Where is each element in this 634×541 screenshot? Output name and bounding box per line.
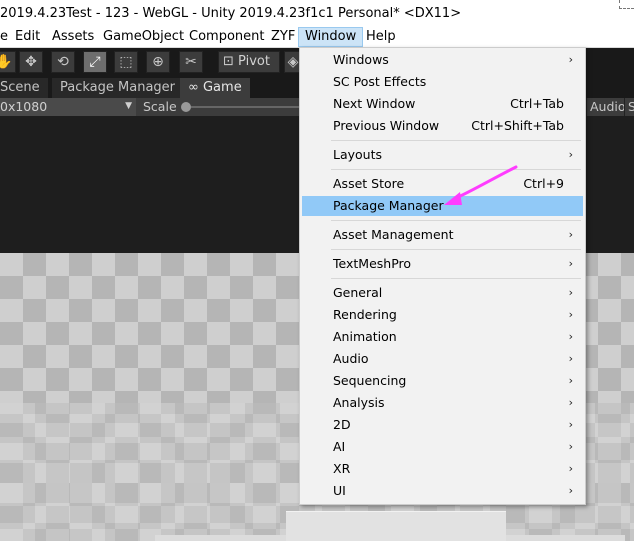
resolution-dropdown[interactable]: 0x1080 ▼ <box>0 98 136 116</box>
menu-item-layouts[interactable]: Layouts › <box>302 145 583 165</box>
submenu-arrow-icon: › <box>568 462 573 475</box>
menu-item-analysis[interactable]: Analysis › <box>302 393 583 413</box>
menu-item-label: SC Post Effects <box>333 74 427 89</box>
menu-item-rendering[interactable]: Rendering › <box>302 305 583 325</box>
submenu-arrow-icon: › <box>568 148 573 161</box>
menu-item-audio[interactable]: Audio › <box>302 349 583 369</box>
menu-item-shortcut: Ctrl+Shift+Tab <box>471 118 564 133</box>
menu-window[interactable]: Window <box>298 27 364 47</box>
pivot-toggle-button[interactable]: ⊡ Pivot <box>218 51 280 73</box>
menu-item-label: General <box>333 285 383 300</box>
submenu-arrow-icon: › <box>568 257 573 270</box>
menu-separator <box>331 278 581 279</box>
menu-item-asset-management[interactable]: Asset Management › <box>302 225 583 245</box>
menu-item-shortcut: Ctrl+Tab <box>510 96 564 111</box>
menu-component[interactable]: Component <box>183 27 270 47</box>
menu-item-previous-window[interactable]: Previous Window Ctrl+Shift+Tab <box>302 116 583 136</box>
menu-item-next-window[interactable]: Next Window Ctrl+Tab <box>302 94 583 114</box>
menu-item-label: 2D <box>333 417 351 432</box>
submenu-arrow-icon: › <box>568 374 573 387</box>
menu-item-label: Audio <box>333 351 369 366</box>
menu-item-label: UI <box>333 483 346 498</box>
annotation-arrow-icon <box>444 165 518 205</box>
menu-gameobject[interactable]: GameObject <box>97 27 190 47</box>
menu-item-label: XR <box>333 461 351 476</box>
custom-tool-icon[interactable]: ✂ <box>179 51 203 73</box>
menu-assets[interactable]: Assets <box>46 27 100 47</box>
transform-tool-icon[interactable]: ⊕ <box>146 51 170 73</box>
scale-slider-handle[interactable] <box>181 102 191 112</box>
submenu-arrow-icon: › <box>568 286 573 299</box>
menu-item-label: TextMeshPro <box>333 256 412 271</box>
stats-button[interactable]: S <box>624 98 634 116</box>
scale-label: Scale <box>143 99 177 114</box>
menu-item-label: Package Manager <box>333 198 444 213</box>
menu-item-label: Rendering <box>333 307 397 322</box>
submenu-arrow-icon: › <box>568 352 573 365</box>
window-dropdown-menu: Windows › SC Post Effects Next Window Ct… <box>299 47 586 505</box>
title-bar-corner <box>619 0 634 9</box>
menu-item-animation[interactable]: Animation › <box>302 327 583 347</box>
menu-item-sequencing[interactable]: Sequencing › <box>302 371 583 391</box>
menu-item-label: Previous Window <box>333 118 440 133</box>
menu-item-label: AI <box>333 439 346 454</box>
menu-item-label: Asset Store <box>333 176 405 191</box>
menu-edit[interactable]: Edit <box>9 27 46 47</box>
tab-scene[interactable]: Scene <box>0 78 48 98</box>
menu-item-label: Asset Management <box>333 227 454 242</box>
rect-tool-icon[interactable]: ⬚ <box>114 51 138 73</box>
menu-item-label: Animation <box>333 329 397 344</box>
menu-separator <box>331 220 581 221</box>
submenu-arrow-icon: › <box>568 440 573 453</box>
submenu-arrow-icon: › <box>568 330 573 343</box>
menu-item-label: Windows <box>333 52 389 67</box>
pivot-icon: ⊡ <box>223 54 234 69</box>
submenu-arrow-icon: › <box>568 53 573 66</box>
rotate-tool-icon[interactable]: ⟲ <box>51 51 75 73</box>
window-title: 2019.4.23Test - 123 - WebGL - Unity 2019… <box>0 6 462 21</box>
menu-item-label: Analysis <box>333 395 385 410</box>
scene-cube <box>286 511 506 541</box>
menu-item-xr[interactable]: XR › <box>302 459 583 479</box>
menu-item-2d[interactable]: 2D › <box>302 415 583 435</box>
tab-game[interactable]: ∞ Game <box>180 78 250 98</box>
game-controller-icon: ∞ <box>188 80 199 95</box>
window-title-bar: 2019.4.23Test - 123 - WebGL - Unity 2019… <box>0 0 634 27</box>
resolution-value: 0x1080 <box>0 99 48 114</box>
menu-help[interactable]: Help <box>360 27 402 47</box>
menu-item-general[interactable]: General › <box>302 283 583 303</box>
menu-item-label: Layouts <box>333 147 383 162</box>
menu-item-ai[interactable]: AI › <box>302 437 583 457</box>
menu-item-windows[interactable]: Windows › <box>302 50 583 70</box>
tab-package-manager[interactable]: Package Manager <box>52 78 184 98</box>
scale-tool-icon[interactable]: ⤢ <box>83 51 107 73</box>
mute-audio-button[interactable]: Audio <box>586 98 629 116</box>
menu-bar: e Edit Assets GameObject Component ZYF W… <box>0 27 634 48</box>
menu-item-textmeshpro[interactable]: TextMeshPro › <box>302 254 583 274</box>
hand-tool-icon[interactable]: ✋ <box>0 51 16 73</box>
submenu-arrow-icon: › <box>568 308 573 321</box>
menu-zyf[interactable]: ZYF <box>265 27 301 47</box>
menu-item-label: Sequencing <box>333 373 407 388</box>
tab-game-label: Game <box>202 80 242 95</box>
menu-item-shortcut: Ctrl+9 <box>523 176 564 191</box>
menu-separator <box>331 249 581 250</box>
submenu-arrow-icon: › <box>568 228 573 241</box>
menu-item-ui[interactable]: UI › <box>302 481 583 501</box>
submenu-arrow-icon: › <box>568 484 573 497</box>
submenu-arrow-icon: › <box>568 418 573 431</box>
menu-item-sc-post-effects[interactable]: SC Post Effects <box>302 72 583 92</box>
chevron-down-icon: ▼ <box>125 101 132 111</box>
move-tool-icon[interactable]: ✥ <box>19 51 43 73</box>
menu-item-label: Next Window <box>333 96 416 111</box>
submenu-arrow-icon: › <box>568 396 573 409</box>
menu-separator <box>331 140 581 141</box>
pivot-label: Pivot <box>238 54 270 69</box>
scale-slider-track[interactable] <box>191 106 301 108</box>
